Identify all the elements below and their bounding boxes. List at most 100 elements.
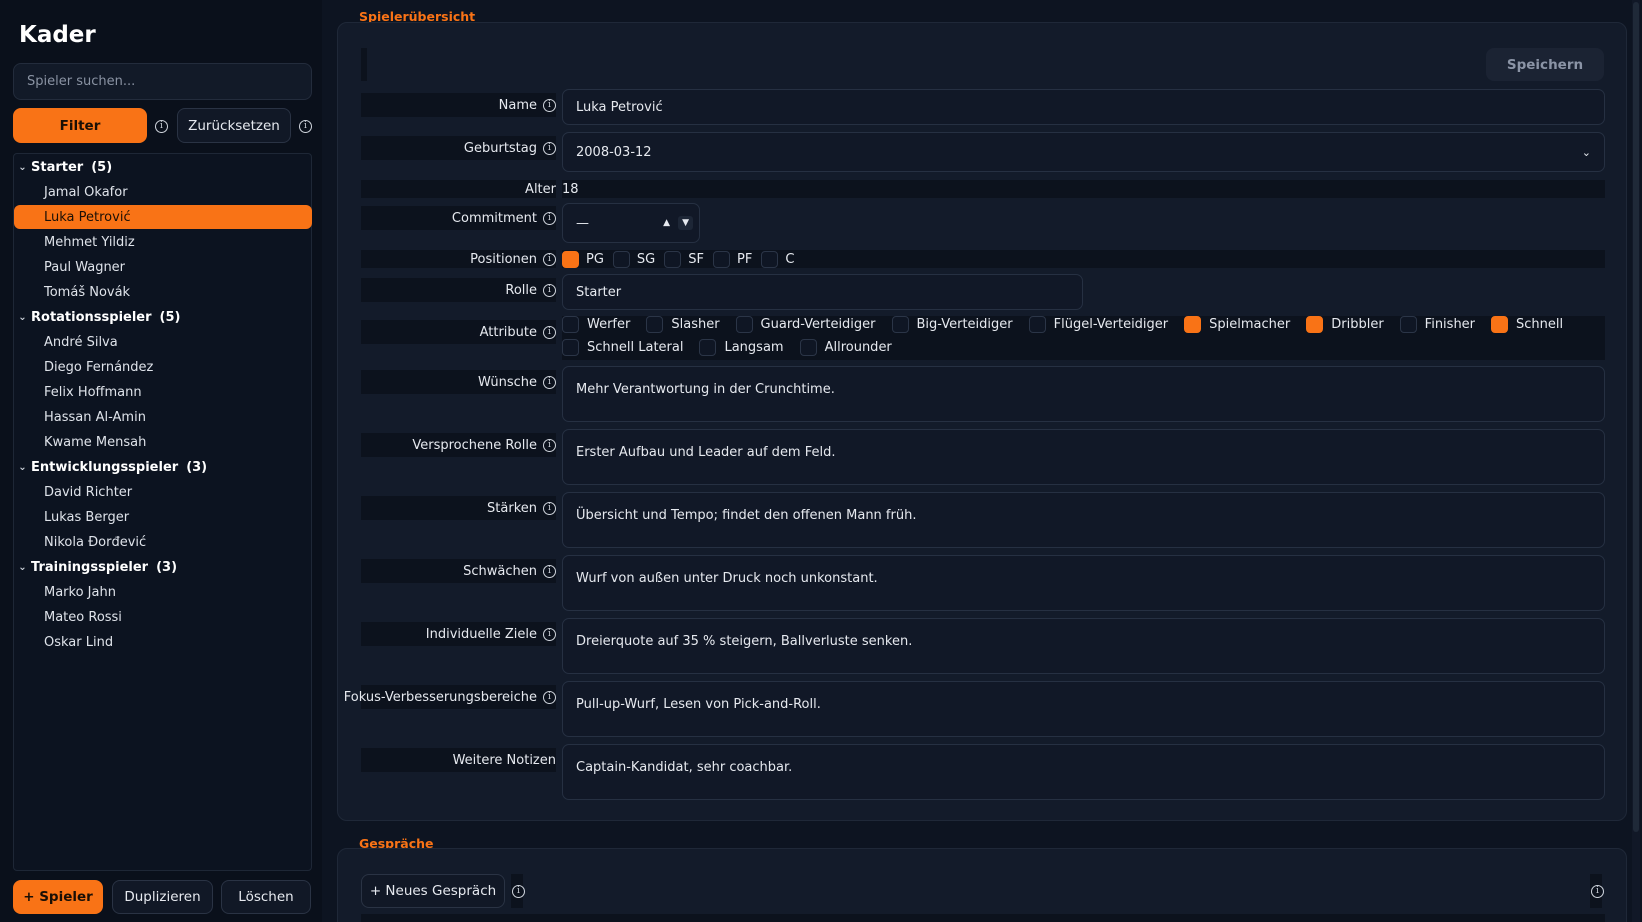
save-button[interactable]: Speichern: [1486, 48, 1604, 81]
tree-player-item[interactable]: André Silva: [14, 330, 311, 354]
attribute-checkbox[interactable]: [1399, 316, 1417, 333]
attribute-checkbox[interactable]: [562, 339, 579, 356]
tree-player-item[interactable]: Diego Fernández: [14, 355, 311, 379]
tree-group-2[interactable]: ⌄ Entwicklungsspieler (3): [14, 455, 207, 480]
attribute-checkbox[interactable]: [646, 316, 664, 333]
reset-info-icon[interactable]: i: [299, 120, 312, 133]
info-icon[interactable]: i: [543, 98, 556, 112]
tree-player-item[interactable]: Lukas Berger: [14, 505, 311, 529]
tree-player-item[interactable]: Luka Petrović: [14, 205, 312, 229]
position-option-c[interactable]: C: [761, 250, 794, 268]
attribute-label: Dribbler: [1331, 317, 1384, 332]
position-label: SF: [688, 251, 704, 267]
attribute-checkbox[interactable]: [562, 316, 579, 333]
position-checkbox[interactable]: [761, 250, 779, 268]
attribute-checkbox[interactable]: [1306, 316, 1324, 333]
position-option-pg[interactable]: PG: [562, 250, 604, 268]
tree-player-item[interactable]: Mehmet Yildiz: [14, 230, 311, 254]
text-area-field[interactable]: Übersicht und Tempo; findet den offenen …: [562, 492, 1605, 548]
delete-player-button[interactable]: Löschen: [221, 880, 311, 914]
position-checkbox[interactable]: [712, 250, 730, 268]
new-conversation-button[interactable]: + Neues Gespräch: [361, 874, 505, 908]
chevron-down-icon[interactable]: ⌄: [14, 462, 31, 473]
stepper-up-icon[interactable]: ▲: [659, 218, 674, 228]
text-area-field[interactable]: Mehr Verantwortung in der Crunchtime.: [562, 366, 1605, 422]
text-area-field[interactable]: Captain-Kandidat, sehr coachbar.: [562, 744, 1605, 800]
info-icon[interactable]: i: [543, 690, 556, 704]
tree-player-item[interactable]: Jamal Okafor: [14, 180, 311, 204]
tree-player-item[interactable]: David Richter: [14, 480, 311, 504]
filter-info-icon[interactable]: i: [155, 120, 168, 133]
tree-group-3[interactable]: ⌄ Trainingsspieler (3): [14, 555, 177, 580]
tree-player-item[interactable]: Paul Wagner: [14, 255, 311, 279]
tree-player-item[interactable]: Marko Jahn: [14, 580, 311, 604]
attribute-checkbox[interactable]: [891, 316, 909, 333]
name-input[interactable]: Luka Petrović: [562, 89, 1605, 125]
conversation-right-info-icon[interactable]: i: [1591, 885, 1604, 898]
attribute-option[interactable]: Allrounder: [799, 339, 892, 356]
text-area-field[interactable]: Pull-up-Wurf, Lesen von Pick-and-Roll.: [562, 681, 1605, 737]
text-area-field[interactable]: Wurf von außen unter Druck noch unkonsta…: [562, 555, 1605, 611]
tree-player-item[interactable]: Nikola Đorđević: [14, 530, 311, 554]
info-icon[interactable]: i: [543, 438, 556, 452]
info-icon[interactable]: i: [543, 283, 556, 297]
tree-group-0[interactable]: ⌄ Starter (5): [14, 155, 112, 180]
tree-player-item[interactable]: Hassan Al-Amin: [14, 405, 311, 429]
player-search-input[interactable]: [13, 63, 312, 100]
position-option-sf[interactable]: SF: [664, 250, 704, 268]
position-option-pf[interactable]: PF: [712, 250, 752, 268]
reset-button[interactable]: Zurücksetzen: [177, 108, 291, 143]
info-icon[interactable]: i: [543, 501, 556, 515]
info-icon[interactable]: i: [543, 627, 556, 641]
main-scrollbar[interactable]: [1632, 0, 1640, 922]
chevron-down-icon[interactable]: ⌄: [14, 162, 31, 173]
attribute-option[interactable]: Schnell Lateral: [562, 339, 683, 356]
info-icon[interactable]: i: [543, 252, 556, 266]
add-player-button[interactable]: + Spieler: [13, 880, 103, 914]
info-icon[interactable]: i: [543, 375, 556, 389]
commitment-stepper[interactable]: — ▲ ▼: [562, 203, 700, 243]
tree-player-item[interactable]: Tomáš Novák: [14, 280, 311, 304]
attribute-checkbox[interactable]: [1184, 316, 1202, 333]
info-icon[interactable]: i: [543, 211, 556, 225]
role-input[interactable]: Starter: [562, 274, 1083, 310]
text-area-field[interactable]: Erster Aufbau und Leader auf dem Feld.: [562, 429, 1605, 485]
attribute-option[interactable]: Slasher: [646, 316, 720, 333]
position-option-sg[interactable]: SG: [612, 250, 655, 268]
attribute-option[interactable]: Schnell: [1491, 316, 1563, 333]
attribute-checkbox[interactable]: [699, 339, 717, 356]
birthday-select[interactable]: 2008-03-12 ⌄: [562, 132, 1605, 172]
main-scrollbar-thumb[interactable]: [1633, 2, 1639, 832]
tree-player-item[interactable]: Kwame Mensah: [14, 430, 311, 454]
attribute-option[interactable]: Spielmacher: [1184, 316, 1290, 333]
chevron-down-icon[interactable]: ⌄: [14, 312, 31, 323]
duplicate-player-button[interactable]: Duplizieren: [112, 880, 213, 914]
tree-group-1[interactable]: ⌄ Rotationsspieler (5): [14, 305, 180, 330]
position-checkbox[interactable]: [664, 250, 682, 268]
text-area-field[interactable]: Dreierquote auf 35 % steigern, Ballverlu…: [562, 618, 1605, 674]
attribute-option[interactable]: Guard-Verteidiger: [735, 316, 876, 333]
conversation-info-icon[interactable]: i: [512, 885, 525, 898]
attribute-option[interactable]: Werfer: [562, 316, 630, 333]
info-icon[interactable]: i: [543, 325, 556, 339]
info-icon[interactable]: i: [543, 564, 556, 578]
attribute-checkbox[interactable]: [1491, 316, 1509, 333]
attribute-option[interactable]: Dribbler: [1306, 316, 1384, 333]
stepper-arrows: ▲ ▼: [659, 216, 693, 230]
tree-player-item[interactable]: Mateo Rossi: [14, 605, 311, 629]
attribute-checkbox[interactable]: [1028, 316, 1046, 333]
tree-player-item[interactable]: Oskar Lind: [14, 630, 311, 654]
position-checkbox[interactable]: [612, 250, 630, 268]
info-icon[interactable]: i: [543, 141, 556, 155]
stepper-down-icon[interactable]: ▼: [678, 216, 693, 230]
attribute-option[interactable]: Big-Verteidiger: [891, 316, 1013, 333]
attribute-checkbox[interactable]: [735, 316, 753, 333]
tree-player-item[interactable]: Felix Hoffmann: [14, 380, 311, 404]
position-checkbox[interactable]: [562, 250, 579, 268]
attribute-checkbox[interactable]: [799, 339, 817, 356]
filter-button[interactable]: Filter: [13, 108, 147, 143]
attribute-option[interactable]: Flügel-Verteidiger: [1028, 316, 1168, 333]
attribute-option[interactable]: Langsam: [699, 339, 784, 356]
attribute-option[interactable]: Finisher: [1399, 316, 1475, 333]
chevron-down-icon[interactable]: ⌄: [14, 562, 31, 573]
